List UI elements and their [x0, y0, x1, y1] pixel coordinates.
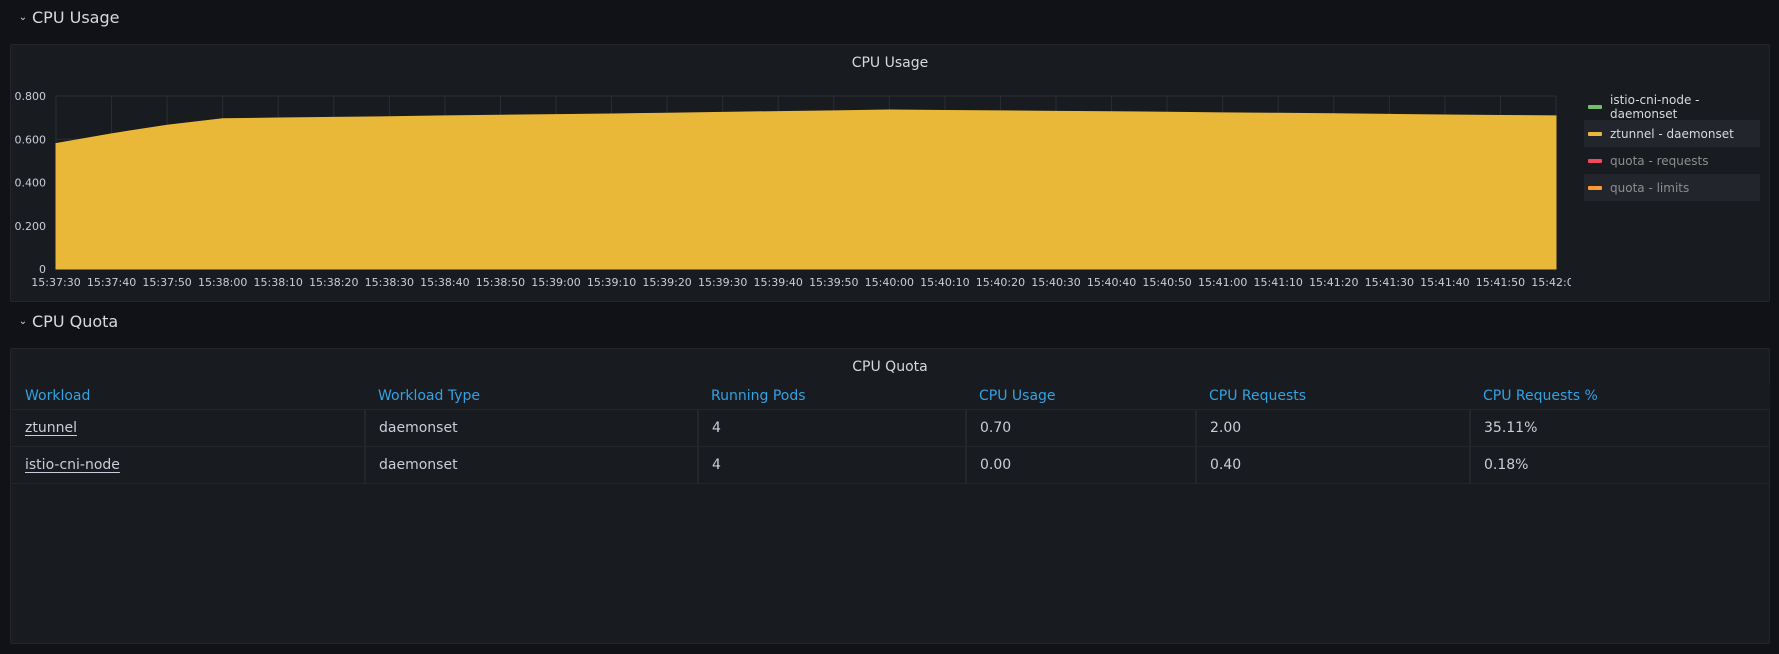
cpu-usage-panel: CPU Usage 0 0.200 0.400 0.600 0.800 15:37:30 1…	[10, 44, 1770, 302]
row-header-cpu-quota[interactable]: ⌄ CPU Quota	[18, 312, 118, 331]
cell-cpu-usage: 0.70	[966, 409, 1197, 447]
panel-title[interactable]: CPU Quota	[11, 355, 1769, 379]
cell-workload: istio-cni-node	[12, 446, 366, 484]
x-tick-label: 15:39:20	[642, 276, 691, 289]
cell-cpu-requests-pct: 35.11%	[1470, 409, 1770, 447]
table-row: istio-cni-node daemonset 4 0.00 0.40 0.1…	[12, 446, 1770, 484]
x-tick-label: 15:41:00	[1198, 276, 1247, 289]
cpu-usage-chart: 0 0.200 0.400 0.600 0.800 15:37:30 15:37:40 15:…	[15, 90, 1572, 289]
column-header-workload[interactable]: Workload	[12, 383, 365, 410]
cell-cpu-usage: 0.00	[966, 446, 1197, 484]
cell-running-pods: 4	[698, 446, 967, 484]
y-tick-label: 0.800	[15, 90, 47, 103]
table-row: ztunnel daemonset 4 0.70 2.00 35.11%	[12, 409, 1770, 447]
x-tick-label: 15:40:10	[920, 276, 969, 289]
legend-label: ztunnel - daemonset	[1610, 126, 1734, 141]
legend-swatch	[1588, 158, 1602, 163]
x-tick-label: 15:38:10	[254, 276, 303, 289]
x-tick-label: 15:38:00	[198, 276, 247, 289]
column-header-running-pods[interactable]: Running Pods	[698, 383, 966, 410]
cell-workload: ztunnel	[12, 409, 366, 447]
legend-swatch	[1588, 131, 1602, 136]
x-tick-label: 15:38:50	[476, 276, 525, 289]
column-header-cpu-requests-pct[interactable]: CPU Requests %	[1470, 383, 1770, 410]
x-tick-label: 15:38:20	[309, 276, 358, 289]
y-tick-label: 0	[39, 263, 46, 276]
x-tick-label: 15:41:10	[1254, 276, 1303, 289]
cpu-quota-panel: CPU Quota Workload Workload Type Running…	[10, 348, 1770, 644]
legend-label: quota - limits	[1610, 180, 1690, 195]
x-tick-label: 15:42:00	[1531, 276, 1571, 289]
x-tick-label: 15:39:30	[698, 276, 747, 289]
cell-running-pods: 4	[698, 409, 967, 447]
x-tick-label: 15:38:40	[420, 276, 469, 289]
legend-item-ztunnel[interactable]: ztunnel - daemonset	[1584, 120, 1760, 147]
legend-label: quota - requests	[1610, 153, 1709, 168]
y-tick-label: 0.400	[15, 177, 47, 190]
x-tick-label: 15:39:10	[587, 276, 636, 289]
cell-cpu-requests: 0.40	[1196, 446, 1471, 484]
x-tick-label: 15:40:00	[865, 276, 914, 289]
legend-swatch	[1588, 185, 1602, 190]
series-area-1	[55, 109, 1557, 270]
x-tick-label: 15:39:40	[754, 276, 803, 289]
x-tick-label: 15:41:50	[1476, 276, 1525, 289]
x-tick-label: 15:40:40	[1087, 276, 1136, 289]
column-header-workload-type[interactable]: Workload Type	[365, 383, 698, 410]
table-header-row: Workload Workload Type Running Pods CPU …	[12, 383, 1770, 410]
legend-swatch	[1588, 104, 1602, 109]
cell-cpu-requests-pct: 0.18%	[1470, 446, 1770, 484]
x-tick-label: 15:38:30	[365, 276, 414, 289]
cell-cpu-requests: 2.00	[1196, 409, 1471, 447]
cell-workload-type: daemonset	[365, 409, 699, 447]
x-tick-label: 15:37:40	[87, 276, 136, 289]
chevron-down-icon: ⌄	[18, 316, 28, 327]
legend-item-quota-limits[interactable]: quota - limits	[1584, 174, 1760, 201]
chart-legend: istio-cni-node - daemonset ztunnel - dae…	[1584, 93, 1760, 201]
x-tick-label: 15:41:40	[1420, 276, 1469, 289]
x-tick-label: 15:39:50	[809, 276, 858, 289]
column-header-cpu-requests[interactable]: CPU Requests	[1196, 383, 1470, 410]
x-tick-label: 15:40:20	[976, 276, 1025, 289]
x-tick-label: 15:40:50	[1142, 276, 1191, 289]
y-tick-label: 0.200	[15, 220, 47, 233]
legend-label: istio-cni-node - daemonset	[1610, 92, 1700, 121]
y-tick-label: 0.600	[15, 133, 47, 146]
column-header-cpu-usage[interactable]: CPU Usage	[966, 383, 1196, 410]
legend-item-istio-cni-node[interactable]: istio-cni-node - daemonset	[1584, 92, 1760, 121]
x-tick-label: 15:40:30	[1031, 276, 1080, 289]
workload-link[interactable]: ztunnel	[25, 420, 77, 436]
legend-item-quota-requests[interactable]: quota - requests	[1584, 147, 1760, 174]
chevron-down-icon: ⌄	[18, 12, 28, 23]
cpu-quota-table: Workload Workload Type Running Pods CPU …	[12, 383, 1770, 484]
row-header-cpu-usage[interactable]: ⌄ CPU Usage	[18, 8, 120, 27]
x-tick-label: 15:41:30	[1365, 276, 1414, 289]
x-tick-label: 15:37:50	[142, 276, 191, 289]
row-title: CPU Usage	[32, 8, 120, 27]
x-tick-label: 15:41:20	[1309, 276, 1358, 289]
row-title: CPU Quota	[32, 312, 119, 331]
workload-link[interactable]: istio-cni-node	[25, 457, 120, 473]
cell-workload-type: daemonset	[365, 446, 699, 484]
x-tick-label: 15:39:00	[531, 276, 580, 289]
x-tick-label: 15:37:30	[31, 276, 80, 289]
